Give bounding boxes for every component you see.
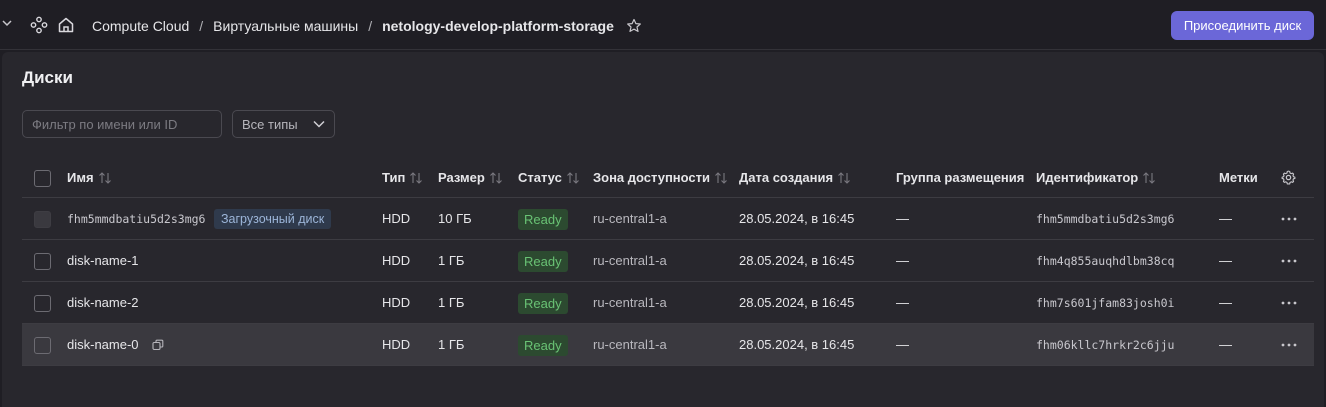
column-label: Метки: [1219, 170, 1258, 185]
disk-labels: —: [1219, 211, 1232, 226]
disk-type: HDD: [382, 211, 411, 226]
sort-icon[interactable]: [409, 171, 423, 184]
disk-name[interactable]: disk-name-2: [67, 295, 139, 310]
disk-id: fhm7s601jfam83josh0i: [1036, 296, 1175, 310]
disk-id: fhm5mmdbatiu5d2s3mg6: [1036, 212, 1175, 226]
chevron-down-icon: [313, 120, 325, 128]
disk-zone: ru-central1-a: [593, 253, 667, 268]
sort-icon[interactable]: [714, 171, 728, 184]
top-bar: Compute Cloud / Виртуальные машины / net…: [0, 0, 1326, 50]
table-header: Имя Тип Размер Статус Зона доступности Д…: [22, 156, 1314, 198]
column-label: Идентификатор: [1036, 170, 1139, 185]
column-header-id[interactable]: Идентификатор: [1036, 170, 1156, 185]
column-label: Статус: [518, 170, 562, 185]
type-select[interactable]: Все типы: [232, 110, 335, 138]
more-icon[interactable]: [1281, 259, 1297, 263]
disk-created: 28.05.2024, в 16:45: [739, 337, 855, 352]
row-checkbox[interactable]: [34, 295, 51, 312]
column-label: Имя: [67, 170, 94, 185]
select-all-checkbox[interactable]: [34, 170, 51, 187]
disk-type: HDD: [382, 295, 411, 310]
copy-icon[interactable]: [152, 339, 164, 351]
sort-icon[interactable]: [1142, 171, 1156, 184]
breadcrumb-current-vm: netology-develop-platform-storage: [382, 18, 614, 34]
disk-zone: ru-central1-a: [593, 295, 667, 310]
home-icon[interactable]: [57, 16, 75, 34]
disk-id: fhm4q855auqhdlbm38cq: [1036, 254, 1175, 268]
column-label: Тип: [382, 170, 406, 185]
status-badge: Ready: [518, 335, 568, 356]
status-badge: Ready: [518, 209, 568, 230]
column-header-type[interactable]: Тип: [382, 170, 423, 185]
disk-labels: —: [1219, 253, 1232, 268]
disk-zone: ru-central1-a: [593, 211, 667, 226]
gear-icon[interactable]: [1281, 170, 1296, 185]
disk-labels: —: [1219, 337, 1232, 352]
star-icon[interactable]: [626, 18, 642, 34]
disk-type: HDD: [382, 253, 411, 268]
breadcrumb-separator: /: [368, 18, 373, 34]
disk-size: 1 ГБ: [438, 295, 465, 310]
disk-placement: —: [896, 211, 909, 226]
disk-created: 28.05.2024, в 16:45: [739, 211, 855, 226]
nodes-icon[interactable]: [30, 16, 48, 34]
breadcrumb-virtual-machines[interactable]: Виртуальные машины: [213, 18, 358, 34]
table-row[interactable]: disk-name-1 HDD 1 ГБ Ready ru-central1-a…: [22, 240, 1314, 282]
disk-type: HDD: [382, 337, 411, 352]
type-select-value: Все типы: [242, 116, 298, 132]
more-icon[interactable]: [1281, 217, 1297, 221]
column-label: Дата создания: [739, 170, 834, 185]
column-label: Размер: [438, 170, 485, 185]
breadcrumb-compute-cloud[interactable]: Compute Cloud: [92, 18, 189, 34]
column-header-placement: Группа размещения: [896, 170, 1024, 185]
column-header-labels: Метки: [1219, 170, 1258, 185]
row-checkbox: [34, 211, 51, 228]
disk-id: fhm06kllc7hrkr2c6jju: [1036, 338, 1175, 352]
disk-name[interactable]: disk-name-0: [67, 337, 139, 352]
column-label: Группа размещения: [896, 170, 1025, 185]
sort-icon[interactable]: [98, 171, 112, 184]
chevron-down-icon[interactable]: [2, 18, 12, 28]
attach-disk-button[interactable]: Присоединить диск: [1171, 11, 1314, 40]
column-label: Зона доступности: [593, 170, 711, 185]
disks-table: Имя Тип Размер Статус Зона доступности Д…: [22, 156, 1314, 366]
sort-icon[interactable]: [837, 171, 851, 184]
disk-placement: —: [896, 337, 909, 352]
status-badge: Ready: [518, 293, 568, 314]
table-row[interactable]: disk-name-0 HDD 1 ГБ Ready ru-central1-a…: [22, 324, 1314, 366]
more-icon[interactable]: [1281, 343, 1297, 347]
more-icon[interactable]: [1281, 301, 1297, 305]
table-row[interactable]: fhm5mmdbatiu5d2s3mg6 Загрузочный диск HD…: [22, 198, 1314, 240]
page-title: Диски: [22, 68, 73, 87]
column-header-name[interactable]: Имя: [67, 170, 112, 185]
disk-created: 28.05.2024, в 16:45: [739, 295, 855, 310]
filter-input[interactable]: [22, 110, 222, 138]
status-badge: Ready: [518, 251, 568, 272]
disk-name[interactable]: fhm5mmdbatiu5d2s3mg6: [67, 212, 205, 226]
disk-placement: —: [896, 253, 909, 268]
disk-size: 10 ГБ: [438, 211, 472, 226]
disk-size: 1 ГБ: [438, 253, 465, 268]
breadcrumb: Compute Cloud / Виртуальные машины / net…: [92, 16, 642, 36]
row-checkbox[interactable]: [34, 337, 51, 354]
disk-placement: —: [896, 295, 909, 310]
column-header-created[interactable]: Дата создания: [739, 170, 851, 185]
disk-size: 1 ГБ: [438, 337, 465, 352]
sort-icon[interactable]: [566, 171, 580, 184]
disk-zone: ru-central1-a: [593, 337, 667, 352]
table-row[interactable]: disk-name-2 HDD 1 ГБ Ready ru-central1-a…: [22, 282, 1314, 324]
sort-icon[interactable]: [489, 171, 503, 184]
disk-name[interactable]: disk-name-1: [67, 253, 139, 268]
column-header-size[interactable]: Размер: [438, 170, 503, 185]
column-header-status[interactable]: Статус: [518, 170, 580, 185]
boot-disk-badge: Загрузочный диск: [214, 209, 332, 229]
disk-created: 28.05.2024, в 16:45: [739, 253, 855, 268]
column-header-zone[interactable]: Зона доступности: [593, 170, 728, 185]
row-checkbox[interactable]: [34, 253, 51, 270]
breadcrumb-separator: /: [199, 18, 204, 34]
disk-labels: —: [1219, 295, 1232, 310]
